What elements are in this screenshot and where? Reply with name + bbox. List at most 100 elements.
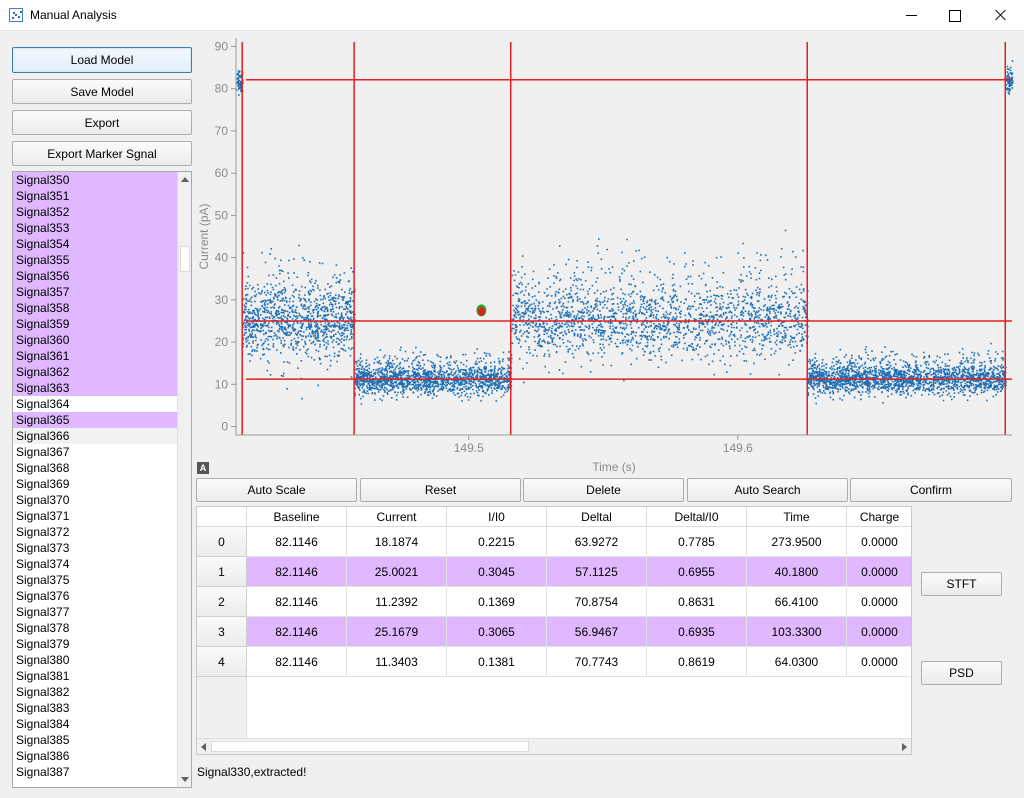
delete-button[interactable]: Delete <box>523 478 684 502</box>
signal-list-item[interactable]: Signal385 <box>13 732 178 748</box>
table-cell[interactable]: 0.3045 <box>447 557 547 587</box>
signal-list-item[interactable]: Signal354 <box>13 236 178 252</box>
table-row[interactable]: 4 82.1146 11.3403 0.1381 70.7743 0.8619 64.030… <box>197 647 911 677</box>
table-cell[interactable]: 0.0000 <box>847 557 911 587</box>
table-cell[interactable]: 0.0000 <box>847 587 911 617</box>
signal-list-item[interactable]: Signal358 <box>13 300 178 316</box>
column-header[interactable]: Charge <box>847 507 911 527</box>
row-header[interactable]: 2 <box>197 587 247 617</box>
signal-list-item[interactable]: Signal362 <box>13 364 178 380</box>
table-cell[interactable]: 0.6935 <box>647 617 747 647</box>
scroll-up-icon[interactable] <box>181 177 189 182</box>
close-button[interactable] <box>978 0 1024 31</box>
table-cell[interactable]: 0.8619 <box>647 647 747 677</box>
column-header[interactable]: Baseline <box>247 507 347 527</box>
signal-list-item[interactable]: Signal374 <box>13 556 178 572</box>
export-marker-signal-button[interactable]: Export Marker Sgnal <box>12 141 192 166</box>
signal-list-item[interactable]: Signal376 <box>13 588 178 604</box>
table-row[interactable]: 3 82.1146 25.1679 0.3065 56.9467 0.6935 103.33… <box>197 617 911 647</box>
table-cell[interactable]: 0.1369 <box>447 587 547 617</box>
table-cell[interactable]: 25.0021 <box>347 557 447 587</box>
signal-list-item[interactable]: Signal370 <box>13 492 178 508</box>
signal-list-item[interactable]: Signal364 <box>13 396 178 412</box>
table-cell[interactable]: 103.3300 <box>747 617 847 647</box>
signal-list-item[interactable]: Signal366 <box>13 428 178 444</box>
table-cell[interactable]: 0.0000 <box>847 527 911 557</box>
table-cell[interactable]: 82.1146 <box>247 527 347 557</box>
psd-button[interactable]: PSD <box>921 661 1002 685</box>
signal-list-item[interactable]: Signal359 <box>13 316 178 332</box>
signal-list-item[interactable]: Signal361 <box>13 348 178 364</box>
confirm-button[interactable]: Confirm <box>850 478 1012 502</box>
table-cell[interactable]: 82.1146 <box>247 647 347 677</box>
signal-list-item[interactable]: Signal351 <box>13 188 178 204</box>
table-row[interactable]: 2 82.1146 11.2392 0.1369 70.8754 0.8631 66.410… <box>197 587 911 617</box>
signal-list-item[interactable]: Signal367 <box>13 444 178 460</box>
signal-list-item[interactable]: Signal387 <box>13 764 178 780</box>
signal-list-item[interactable]: Signal356 <box>13 268 178 284</box>
table-cell[interactable]: 0.1381 <box>447 647 547 677</box>
signal-list-item[interactable]: Signal372 <box>13 524 178 540</box>
signal-list-item[interactable]: Signal368 <box>13 460 178 476</box>
table-cell[interactable]: 82.1146 <box>247 617 347 647</box>
table-row[interactable]: 1 82.1146 25.0021 0.3045 57.1125 0.6955 40.180… <box>197 557 911 587</box>
table-cell[interactable]: 0.0000 <box>847 647 911 677</box>
table-cell[interactable]: 0.0000 <box>847 617 911 647</box>
table-row[interactable]: 0 82.1146 18.1874 0.2215 63.9272 0.7785 273.95… <box>197 527 911 557</box>
table-cell[interactable]: 57.1125 <box>547 557 647 587</box>
table-cell[interactable]: 66.4100 <box>747 587 847 617</box>
signal-list-item[interactable]: Signal360 <box>13 332 178 348</box>
signal-list-item[interactable]: Signal381 <box>13 668 178 684</box>
row-header[interactable]: 0 <box>197 527 247 557</box>
auto-scale-button[interactable]: Auto Scale <box>196 478 357 502</box>
column-header[interactable]: Deltal/I0 <box>647 507 747 527</box>
signal-list-item[interactable]: Signal377 <box>13 604 178 620</box>
signal-list-item[interactable]: Signal371 <box>13 508 178 524</box>
column-header[interactable]: Current <box>347 507 447 527</box>
table-cell[interactable]: 11.3403 <box>347 647 447 677</box>
table-cell[interactable]: 82.1146 <box>247 587 347 617</box>
table-horizontal-scrollbar[interactable] <box>197 738 911 754</box>
signal-list-item[interactable]: Signal386 <box>13 748 178 764</box>
table-cell[interactable]: 0.3065 <box>447 617 547 647</box>
table-cell[interactable]: 18.1874 <box>347 527 447 557</box>
scroll-thumb[interactable] <box>211 741 529 752</box>
signal-list-item[interactable]: Signal375 <box>13 572 178 588</box>
row-header[interactable]: 3 <box>197 617 247 647</box>
table-cell[interactable]: 0.6955 <box>647 557 747 587</box>
table-cell[interactable]: 0.2215 <box>447 527 547 557</box>
column-header[interactable]: Deltal <box>547 507 647 527</box>
table-cell[interactable]: 11.2392 <box>347 587 447 617</box>
table-cell[interactable]: 273.9500 <box>747 527 847 557</box>
results-table[interactable]: Baseline Current I/I0 Deltal Deltal/I0 Time Ch… <box>196 506 912 755</box>
signal-list-item[interactable]: Signal384 <box>13 716 178 732</box>
signal-chart-svg[interactable]: 0 10 20 30 40 50 60 70 80 90 149.5 149.6 Time (s) C… <box>196 38 1014 478</box>
signal-list-item[interactable]: Signal369 <box>13 476 178 492</box>
row-header[interactable]: 4 <box>197 647 247 677</box>
signal-list-item[interactable]: Signal382 <box>13 684 178 700</box>
scroll-left-icon[interactable] <box>201 743 206 751</box>
signal-list-item[interactable]: Signal352 <box>13 204 178 220</box>
export-button[interactable]: Export <box>12 110 192 135</box>
column-header[interactable]: Time <box>747 507 847 527</box>
signal-list-item[interactable]: Signal379 <box>13 636 178 652</box>
signal-list-item[interactable]: Signal383 <box>13 700 178 716</box>
table-cell[interactable]: 25.1679 <box>347 617 447 647</box>
table-cell[interactable]: 63.9272 <box>547 527 647 557</box>
table-cell[interactable]: 56.9467 <box>547 617 647 647</box>
save-model-button[interactable]: Save Model <box>12 79 192 104</box>
table-cell[interactable]: 64.0300 <box>747 647 847 677</box>
table-cell[interactable]: 0.7785 <box>647 527 747 557</box>
signal-list-item[interactable]: Signal373 <box>13 540 178 556</box>
signal-chart[interactable]: 0 10 20 30 40 50 60 70 80 90 149.5 149.6 Time (s) C… <box>196 38 1014 478</box>
signal-list-item[interactable]: Signal380 <box>13 652 178 668</box>
table-cell[interactable]: 82.1146 <box>247 557 347 587</box>
scroll-thumb[interactable] <box>180 246 190 272</box>
signal-list-item[interactable]: Signal350 <box>13 172 178 188</box>
load-model-button[interactable]: Load Model <box>12 47 192 73</box>
signal-list-item[interactable]: Signal353 <box>13 220 178 236</box>
signal-list-item[interactable]: Signal363 <box>13 380 178 396</box>
signal-list-item[interactable]: Signal355 <box>13 252 178 268</box>
table-cell[interactable]: 70.7743 <box>547 647 647 677</box>
scroll-right-icon[interactable] <box>902 743 907 751</box>
